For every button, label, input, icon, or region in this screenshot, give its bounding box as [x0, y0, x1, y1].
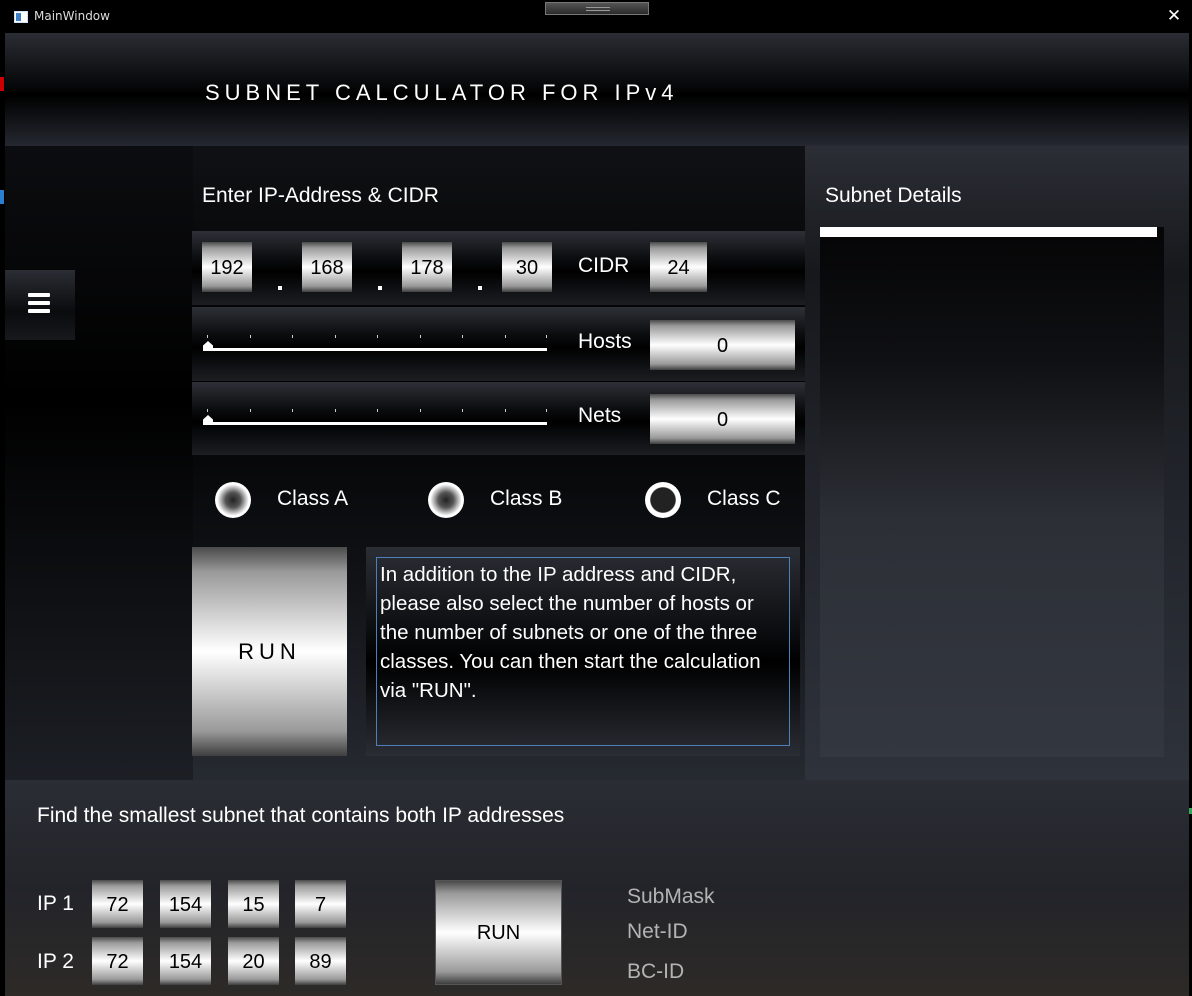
- smallest-subnet-heading: Find the smallest subnet that contains b…: [37, 804, 565, 827]
- octet-separator: [378, 286, 382, 290]
- ip1-octet-4[interactable]: 7: [295, 880, 346, 928]
- ip-octet-3[interactable]: 178: [402, 242, 452, 292]
- class-a-radio[interactable]: [215, 482, 251, 518]
- subnet-list-header: [820, 227, 1157, 237]
- class-b-label[interactable]: Class B: [490, 487, 562, 511]
- ip2-label: IP 2: [37, 950, 74, 973]
- hosts-label: Hosts: [578, 330, 632, 353]
- nets-label: Nets: [578, 404, 622, 427]
- ip-octet-4[interactable]: 30: [502, 242, 552, 292]
- subnet-details-heading: Subnet Details: [825, 184, 962, 207]
- close-button[interactable]: ✕: [1160, 4, 1188, 28]
- ip-row: [192, 231, 805, 305]
- ip1-octet-2[interactable]: 154: [160, 880, 211, 928]
- drag-handle[interactable]: [545, 2, 649, 15]
- ip2-octet-3[interactable]: 20: [228, 937, 279, 985]
- net-id-label: Net-ID: [627, 920, 688, 943]
- run-smallest-subnet-button[interactable]: RUN: [435, 880, 562, 985]
- class-c-label[interactable]: Class C: [707, 487, 781, 511]
- app-title: SUBNET CALCULATOR FOR IPv4: [205, 80, 679, 105]
- cidr-input[interactable]: 24: [650, 242, 707, 292]
- ip1-octet-3[interactable]: 15: [228, 880, 279, 928]
- hosts-value: 0: [650, 320, 795, 370]
- ip1-label: IP 1: [37, 892, 74, 915]
- edge-marker: [0, 190, 4, 204]
- ip-octet-1[interactable]: 192: [202, 242, 252, 292]
- app-window-icon: [14, 11, 28, 23]
- hamburger-menu-icon[interactable]: [28, 293, 52, 317]
- ip-octet-2[interactable]: 168: [302, 242, 352, 292]
- input-heading: Enter IP-Address & CIDR: [202, 184, 439, 207]
- class-b-radio[interactable]: [428, 482, 464, 518]
- left-sidebar: [5, 146, 193, 780]
- nets-value: 0: [650, 394, 795, 444]
- ip1-octet-1[interactable]: 72: [92, 880, 143, 928]
- run-button[interactable]: RUN: [192, 547, 347, 756]
- class-a-label[interactable]: Class A: [277, 487, 348, 511]
- octet-separator: [478, 286, 482, 290]
- nets-slider-track[interactable]: [207, 422, 547, 425]
- submask-label: SubMask: [627, 885, 715, 908]
- class-c-radio[interactable]: [645, 482, 681, 518]
- cidr-label: CIDR: [578, 254, 630, 277]
- edge-marker: [0, 77, 4, 91]
- ip2-octet-4[interactable]: 89: [295, 937, 346, 985]
- ip2-octet-2[interactable]: 154: [160, 937, 211, 985]
- subnet-details-list[interactable]: [820, 227, 1164, 757]
- octet-separator: [278, 286, 282, 290]
- ip2-octet-1[interactable]: 72: [92, 937, 143, 985]
- hosts-slider-track[interactable]: [207, 348, 547, 351]
- window-title: MainWindow: [34, 9, 110, 23]
- info-text: In addition to the IP address and CIDR, …: [376, 557, 790, 746]
- bc-id-label: BC-ID: [627, 960, 685, 983]
